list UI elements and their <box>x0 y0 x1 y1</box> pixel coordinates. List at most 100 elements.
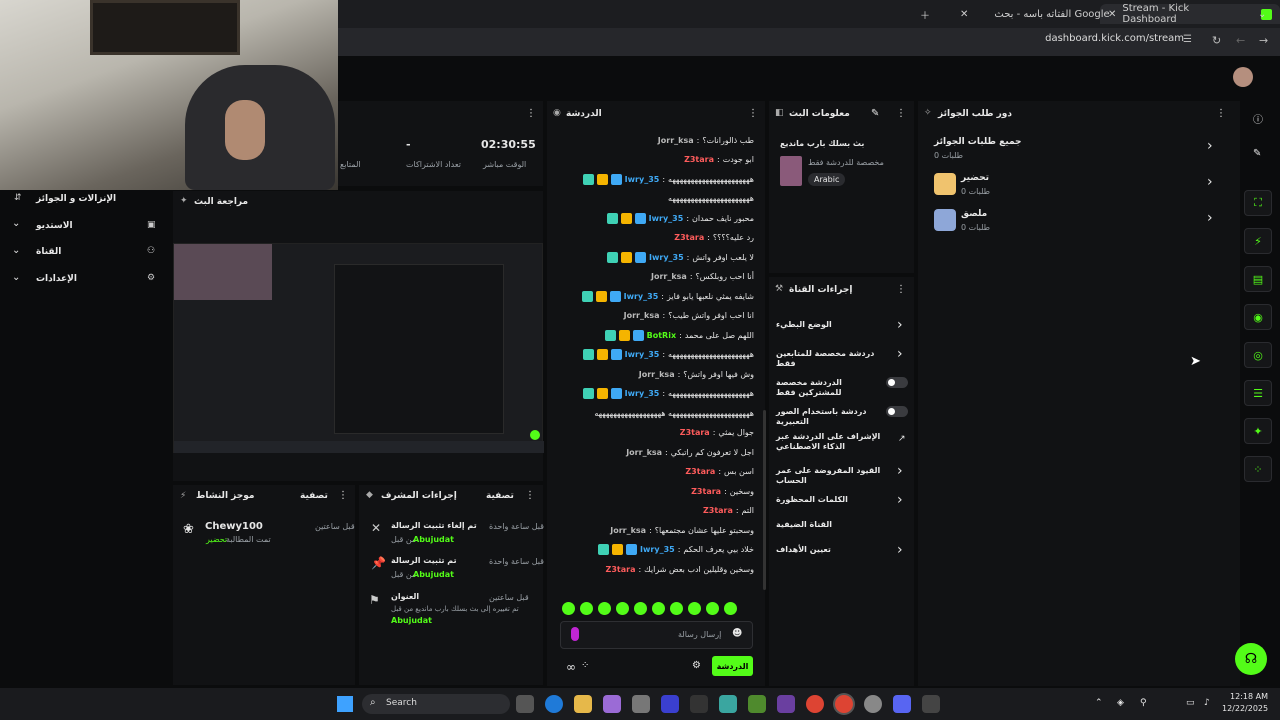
app-icon[interactable] <box>661 695 679 713</box>
chat-username[interactable]: Z3tara <box>606 565 636 574</box>
chat-username[interactable]: Iwry_35 <box>640 545 675 554</box>
reward-prepare-label[interactable]: تحضير <box>961 173 989 183</box>
forward-icon[interactable]: ← <box>1236 34 1245 47</box>
chat-username[interactable]: Z3tara <box>684 155 714 164</box>
mod-item-user[interactable]: Abujudat <box>391 616 432 625</box>
chat-username[interactable]: Iwry_35 <box>649 253 684 262</box>
clipboard-icon[interactable]: ▤ <box>1244 266 1272 292</box>
emote-icon[interactable] <box>616 602 629 615</box>
tune-icon[interactable]: ☰ <box>1183 34 1192 45</box>
app-icon[interactable] <box>922 695 940 713</box>
toggle-switch[interactable] <box>886 377 908 388</box>
emote-icon[interactable] <box>598 602 611 615</box>
chat-username[interactable]: Jorr_ksa <box>651 272 687 281</box>
tab-menu-icon[interactable]: ⌄ <box>1258 4 1266 24</box>
emote-icon[interactable] <box>706 602 719 615</box>
channel-action-item[interactable]: الإشراف على الدردشة عبر الذكاء الاصطناعي <box>776 432 886 452</box>
channel-more-icon[interactable]: ⋮ <box>896 284 906 295</box>
task-view-icon[interactable] <box>516 695 534 713</box>
broadcast-icon[interactable]: ◎ <box>1244 342 1272 368</box>
emote-icon[interactable] <box>562 602 575 615</box>
chevron-right-icon[interactable]: › <box>897 542 903 558</box>
network-icon[interactable]: ▭ <box>1186 698 1195 708</box>
chevron-down-icon[interactable]: ⌄ <box>12 218 20 229</box>
chevron-right-icon[interactable]: › <box>1207 174 1213 190</box>
infinity-icon[interactable]: ∞ <box>566 660 576 674</box>
screenshot-icon[interactable]: ⛶ <box>1244 190 1272 216</box>
chevron-right-icon[interactable]: › <box>897 492 903 508</box>
copilot-icon[interactable] <box>603 695 621 713</box>
nav-drops-rewards[interactable]: الإنزالات و الجوائز <box>36 194 116 204</box>
url-field[interactable]: dashboard.kick.com/stream <box>1045 33 1184 44</box>
rewards-more-icon[interactable]: ⋮ <box>1216 108 1226 119</box>
channel-action-item[interactable]: الدردشة مخصصة للمشتركين فقط <box>776 378 886 398</box>
store-icon[interactable] <box>632 695 650 713</box>
obs-icon[interactable] <box>690 695 708 713</box>
chat-username[interactable]: Z3tara <box>685 467 715 476</box>
emote-icon[interactable] <box>688 602 701 615</box>
mod-more-icon[interactable]: ⋮ <box>525 490 535 501</box>
chat-username[interactable]: Iwry_35 <box>625 389 660 398</box>
chat-username[interactable]: Iwry_35 <box>624 292 659 301</box>
chat-username[interactable]: Z3tara <box>680 428 710 437</box>
reload-icon[interactable]: ↻ <box>1212 34 1221 47</box>
mic-tray-icon[interactable]: ⚲ <box>1140 698 1147 708</box>
reward-sticker-label[interactable]: ملصق <box>961 209 987 219</box>
chat-username[interactable]: BotRix <box>647 331 676 340</box>
channel-action-item[interactable]: القناة الضيفية <box>776 520 886 530</box>
rewards-all-label[interactable]: جميع طلبات الجوائز <box>934 137 1022 147</box>
app-icon[interactable] <box>777 695 795 713</box>
chrome-icon[interactable] <box>806 695 824 713</box>
chat-username[interactable]: Iwry_35 <box>625 350 660 359</box>
nav-studio[interactable]: الاستديو <box>36 221 73 231</box>
mod-item-user[interactable]: Abujudat <box>413 570 454 579</box>
bolt-icon[interactable]: ⚡ <box>1244 228 1272 254</box>
chat-username[interactable]: Jorr_ksa <box>610 526 646 535</box>
discord-icon[interactable] <box>893 695 911 713</box>
chevron-down-icon[interactable]: ⌄ <box>12 272 20 283</box>
send-chat-button[interactable]: الدردشة <box>712 656 753 676</box>
nav-channel[interactable]: القناة <box>36 247 61 257</box>
activity-user[interactable]: Chewy100 <box>205 521 263 532</box>
emoji-icon[interactable]: ☻ <box>732 628 742 639</box>
chat-username[interactable]: Jorr_ksa <box>624 311 660 320</box>
mod-item-user[interactable]: Abujudat <box>413 535 454 544</box>
channel-action-item[interactable]: دردشة باستخدام الصور التعبيرية <box>776 407 886 427</box>
stats-more-icon[interactable]: ⋮ <box>526 108 536 119</box>
chevron-down-icon[interactable]: ⌄ <box>12 245 20 256</box>
external-link-icon[interactable]: ↗ <box>898 434 906 444</box>
emote-icon[interactable] <box>580 602 593 615</box>
taskbar-search[interactable] <box>362 694 510 714</box>
channel-action-item[interactable]: تعيين الأهداف <box>776 545 886 555</box>
chat-bubble-icon[interactable]: ◉ <box>1244 304 1272 330</box>
chat-username[interactable]: Z3tara <box>674 233 704 242</box>
chevron-right-icon[interactable]: › <box>1207 210 1213 226</box>
chat-username[interactable]: Z3tara <box>703 506 733 515</box>
new-tab-icon[interactable]: ＋ <box>920 4 930 24</box>
back-icon[interactable]: → <box>1259 34 1268 47</box>
pencil-icon[interactable]: ✎ <box>1253 148 1261 159</box>
wrench-icon[interactable]: ✦ <box>1244 418 1272 444</box>
emote-icon[interactable] <box>634 602 647 615</box>
close-icon[interactable]: ✕ <box>960 9 968 20</box>
tab-kick-dashboard[interactable]: ✕ Stream - Kick Dashboard <box>1100 3 1280 25</box>
dots-icon[interactable]: ⁘ <box>581 660 589 671</box>
emote-icon[interactable] <box>724 602 737 615</box>
chat-more-icon[interactable]: ⋮ <box>748 108 758 119</box>
chat-username[interactable]: Z3tara <box>691 487 721 496</box>
chrome-icon[interactable] <box>835 695 853 713</box>
info-circle-icon[interactable]: ⓘ <box>1253 111 1263 126</box>
tab-google-search[interactable]: ✕ الفتاته باسه - بحث Google <box>960 4 1110 24</box>
mod-filter-button[interactable]: تصفية <box>486 491 514 501</box>
channel-action-item[interactable]: الوضع البطيء <box>776 320 886 330</box>
chat-username[interactable]: Jorr_ksa <box>658 136 694 145</box>
chat-scrollbar[interactable] <box>763 410 766 590</box>
emote-icon[interactable] <box>670 602 683 615</box>
gear-icon[interactable]: ⚙ <box>692 660 701 671</box>
apps-icon[interactable]: ⁘ <box>1244 456 1272 482</box>
volume-icon[interactable]: ♪ <box>1204 698 1210 708</box>
emote-icon[interactable] <box>652 602 665 615</box>
chat-input-box[interactable] <box>560 621 753 649</box>
toggle-switch[interactable] <box>886 406 908 417</box>
edge-icon[interactable] <box>545 695 563 713</box>
